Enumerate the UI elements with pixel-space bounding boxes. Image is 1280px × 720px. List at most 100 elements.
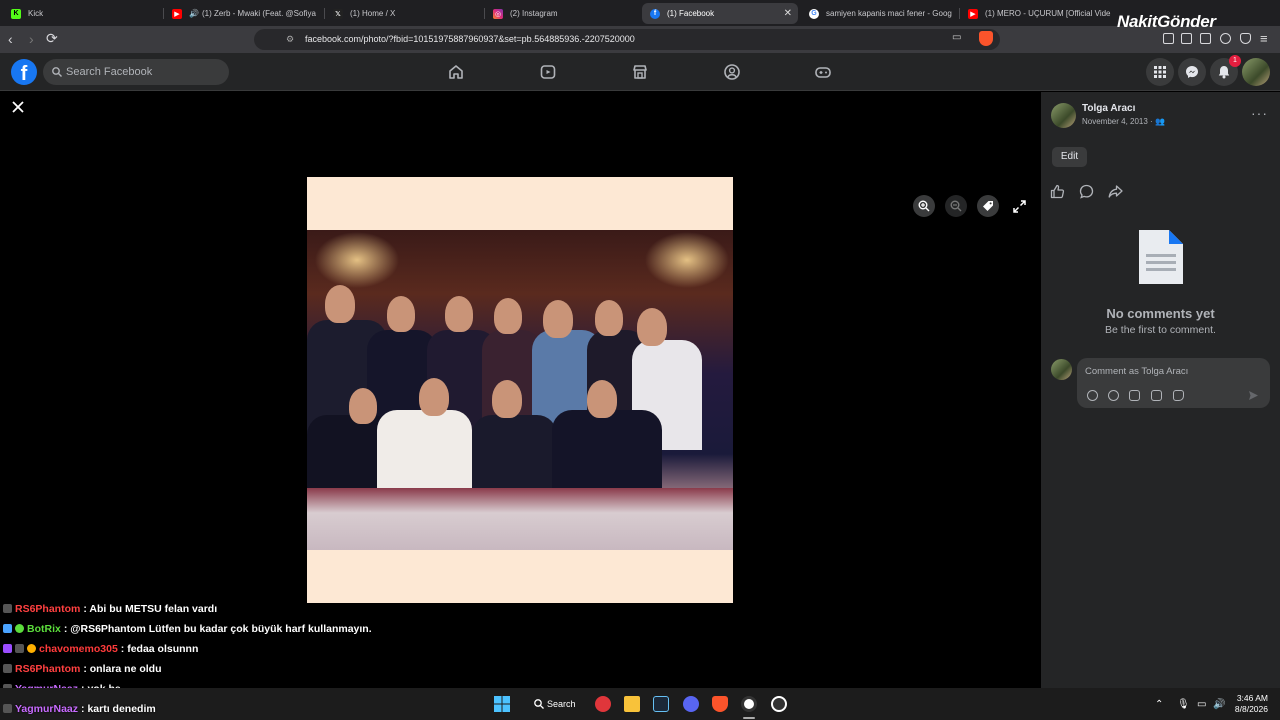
- obs-icon[interactable]: [741, 696, 757, 712]
- forward-icon[interactable]: ›: [29, 32, 34, 46]
- notification-count-badge: 1: [1229, 55, 1241, 67]
- close-tab-icon[interactable]: ✕: [784, 8, 792, 19]
- edit-button[interactable]: Edit: [1052, 147, 1087, 167]
- show-hidden-icons-chevron-icon[interactable]: ⌃: [1155, 699, 1163, 710]
- system-clock[interactable]: 3:46 AM 8/8/2026: [1232, 693, 1268, 715]
- author-name[interactable]: Tolga Aracı: [1082, 103, 1135, 114]
- home-icon[interactable]: [447, 63, 465, 81]
- send-icon[interactable]: [1248, 390, 1259, 401]
- tab-instagram[interactable]: ◎ (2) Instagram: [485, 3, 641, 24]
- search-input[interactable]: Search Facebook: [43, 59, 229, 85]
- bell-icon: [1218, 66, 1230, 79]
- discord-icon[interactable]: [683, 696, 699, 712]
- reload-icon[interactable]: ⟳: [46, 31, 58, 45]
- share-icon[interactable]: [1108, 184, 1123, 199]
- audio-playing-icon[interactable]: 🔊: [189, 9, 199, 18]
- file-explorer-icon[interactable]: [624, 696, 640, 712]
- photo-face: [419, 378, 449, 416]
- network-icon[interactable]: ▭: [1197, 699, 1206, 710]
- tab-x-home[interactable]: 𝕏 (1) Home / X: [325, 3, 483, 24]
- groups-icon[interactable]: [723, 63, 741, 81]
- no-comments-title: No comments yet: [1106, 306, 1215, 321]
- volume-icon[interactable]: 🔊: [1213, 699, 1225, 710]
- opera-gx-icon[interactable]: [595, 696, 611, 712]
- gif-icon[interactable]: [1151, 390, 1162, 401]
- tab-youtube-mero[interactable]: ▶ (1) MERO - UÇURUM [Official Vide: [960, 3, 1115, 24]
- sticker-icon[interactable]: [1173, 390, 1184, 401]
- post-date: November 4, 2013 · 👥: [1082, 117, 1165, 126]
- tab-google-search[interactable]: G samiyen kapanis maci fener - Goog: [801, 3, 957, 24]
- messenger-button[interactable]: [1178, 58, 1206, 86]
- badge-icon: [3, 704, 12, 713]
- zoom-out-button[interactable]: [945, 195, 967, 217]
- tab-label: Kick: [28, 9, 44, 18]
- tab-kick[interactable]: K Kick: [3, 3, 161, 24]
- ai-icon[interactable]: [1220, 33, 1231, 44]
- tab-label: (1) MERO - UÇURUM [Official Vide: [985, 9, 1111, 18]
- chat-message: chavomemo305: fedaa olsunnn: [3, 643, 198, 655]
- back-icon[interactable]: ‹: [8, 32, 13, 46]
- avatar-sticker-icon[interactable]: [1087, 390, 1098, 401]
- brave-icon[interactable]: [712, 696, 728, 712]
- address-bar[interactable]: ⚙ facebook.com/photo/?fbid=1015197588796…: [254, 29, 1000, 50]
- tab-label: (1) Home / X: [350, 9, 396, 18]
- comment-icon[interactable]: [1079, 184, 1094, 199]
- video-icon[interactable]: [539, 63, 557, 81]
- zoom-in-icon: [918, 200, 930, 212]
- close-icon[interactable]: [12, 101, 24, 113]
- like-icon[interactable]: [1050, 184, 1065, 199]
- post-date-text[interactable]: November 4, 2013 ·: [1082, 117, 1153, 126]
- photo-face: [637, 308, 667, 346]
- clock-date: 8/8/2026: [1234, 704, 1268, 714]
- site-info-icon[interactable]: ⚙: [286, 34, 294, 45]
- sidebar-icon[interactable]: [1181, 33, 1192, 44]
- chat-username[interactable]: BotRix: [27, 623, 61, 635]
- nakitgonder-logo: NakitGönder: [1117, 12, 1216, 31]
- url-text: facebook.com/photo/?fbid=101519758879609…: [305, 34, 635, 44]
- search-icon: [534, 699, 544, 709]
- chat-username[interactable]: RS6Phantom: [15, 603, 80, 615]
- windows-start-icon[interactable]: [494, 696, 510, 712]
- chat-username[interactable]: YagmurNaaz: [15, 703, 78, 715]
- microphone-icon[interactable]: 🎙: [1177, 699, 1190, 710]
- taskbar-search-label: Search: [547, 699, 576, 709]
- search-placeholder: Search Facebook: [66, 66, 153, 78]
- bot-badge-icon: [3, 624, 12, 633]
- tag-photo-button[interactable]: [977, 195, 999, 217]
- chat-username[interactable]: chavomemo305: [39, 643, 118, 655]
- post-photo: [307, 177, 733, 603]
- x-icon: 𝕏: [333, 8, 343, 19]
- brave-shields-icon[interactable]: [979, 31, 993, 46]
- tab-youtube-zerb[interactable]: ▶ 🔊 (1) Zerb - Mwaki (Feat. @Sofiya: [164, 3, 322, 24]
- steam-icon[interactable]: [653, 696, 669, 712]
- profile-avatar[interactable]: [1242, 58, 1270, 86]
- gaming-icon[interactable]: [814, 63, 832, 81]
- tab-label: (1) Zerb - Mwaki (Feat. @Sofiya: [201, 9, 316, 18]
- author-avatar[interactable]: [1051, 103, 1076, 128]
- photo-face: [492, 380, 522, 418]
- document-icon: [1139, 230, 1183, 284]
- photo-table: [307, 488, 733, 550]
- fullscreen-icon[interactable]: [1013, 200, 1026, 213]
- cast-icon[interactable]: ▭: [952, 32, 961, 43]
- chat-username[interactable]: RS6Phantom: [15, 663, 80, 675]
- camera-icon[interactable]: [1129, 390, 1140, 401]
- menu-grid-button[interactable]: [1146, 58, 1174, 86]
- comment-input[interactable]: Comment as Tolga Aracı: [1077, 358, 1270, 408]
- marketplace-icon[interactable]: [631, 63, 649, 81]
- zoom-in-button[interactable]: [913, 195, 935, 217]
- photo-viewer: [0, 92, 1041, 688]
- tab-facebook[interactable]: f (1) Facebook ✕: [642, 3, 798, 24]
- settings-gear-icon[interactable]: [771, 696, 787, 712]
- taskbar-search[interactable]: Search: [522, 693, 580, 715]
- menu-icon[interactable]: ≡: [1260, 31, 1268, 46]
- emoji-icon[interactable]: [1108, 390, 1119, 401]
- facebook-logo[interactable]: f: [11, 59, 37, 85]
- active-app-indicator: [743, 717, 755, 719]
- friends-audience-icon: 👥: [1154, 117, 1165, 126]
- photo-face: [587, 380, 617, 418]
- wallet-icon[interactable]: [1200, 33, 1211, 44]
- more-options-icon[interactable]: ···: [1251, 105, 1268, 121]
- music-icon[interactable]: [1163, 33, 1174, 44]
- vpn-icon[interactable]: [1240, 33, 1251, 44]
